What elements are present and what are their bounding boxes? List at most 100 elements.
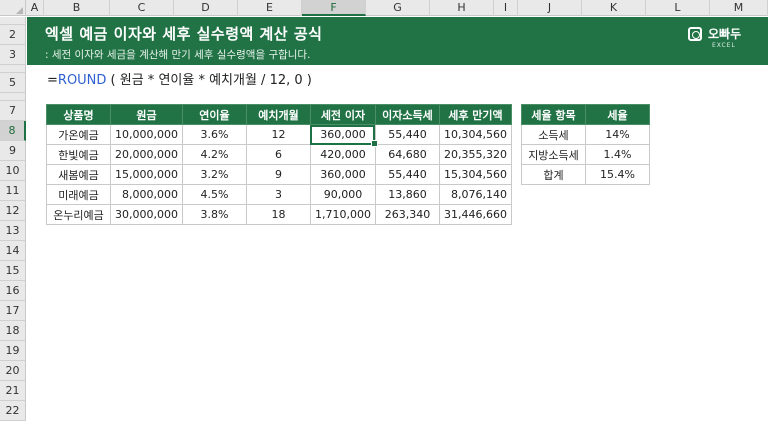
table-cell[interactable]: 15,304,560: [438, 164, 512, 185]
column-header-i[interactable]: I: [494, 0, 518, 16]
select-all-corner[interactable]: [0, 0, 26, 16]
row-header-2[interactable]: 2: [0, 25, 26, 45]
table-cell[interactable]: 가온예금: [46, 124, 111, 145]
table-cell[interactable]: 263,340: [374, 204, 440, 225]
table-cell[interactable]: 12: [245, 124, 311, 145]
table-cell[interactable]: 13,860: [374, 184, 440, 205]
table-cell[interactable]: 20,000,000: [110, 144, 183, 165]
table-row: 미래예금 8,000,000 4.5% 3 90,000 13,860 8,076,140: [46, 184, 512, 205]
formula-function: ROUND: [57, 73, 107, 88]
table-cell[interactable]: 1.4%: [585, 144, 650, 165]
row-header-12[interactable]: 12: [0, 201, 26, 221]
tax-header-cell[interactable]: 세율: [585, 104, 650, 125]
formula-prefix: =: [47, 73, 58, 88]
table-cell[interactable]: 새봄예금: [46, 164, 111, 185]
table-row: 가온예금 10,000,000 3.6% 12 360,000 55,440 10,304,…: [46, 124, 512, 148]
column-header-m[interactable]: M: [710, 0, 768, 16]
table-cell[interactable]: 55,440: [374, 124, 440, 145]
row-header-6[interactable]: 6: [0, 93, 26, 101]
row-header-16[interactable]: 16: [0, 281, 26, 301]
row-header-7[interactable]: 7: [0, 101, 26, 121]
row-header-14[interactable]: 14: [0, 241, 26, 261]
row-header-8[interactable]: 8: [0, 121, 26, 141]
row-header-5[interactable]: 5: [0, 73, 26, 93]
table-cell[interactable]: 64,680: [374, 144, 440, 165]
row-header-11[interactable]: 11: [0, 181, 26, 201]
table-cell[interactable]: 3.2%: [181, 164, 247, 185]
table-cell[interactable]: 3.6%: [181, 124, 247, 145]
row-header-9[interactable]: 9: [0, 141, 26, 161]
deposit-table: 상품명 원금 연이율 예치개월 세전 이자 이자소득세 세후 만기액 가온예금 10,000,…: [46, 104, 512, 225]
table-cell[interactable]: 15.4%: [585, 164, 650, 185]
table-cell[interactable]: 15,000,000: [110, 164, 183, 185]
deposit-header-cell[interactable]: 원금: [110, 104, 183, 125]
row-header-19[interactable]: 19: [0, 341, 26, 361]
logo-mark-icon: [688, 27, 702, 41]
table-cell[interactable]: 4.5%: [181, 184, 247, 205]
table-cell[interactable]: 4.2%: [181, 144, 247, 165]
table-row: 합계 15.4%: [521, 164, 650, 185]
table-cell[interactable]: 3: [245, 184, 311, 205]
row-header-22[interactable]: 22: [0, 401, 26, 421]
column-header-c[interactable]: C: [110, 0, 174, 16]
column-header-j[interactable]: J: [518, 0, 582, 16]
table-cell[interactable]: 8,076,140: [438, 184, 512, 205]
formula-args: ( 원금 * 연이율 * 예치개월 / 12, 0 ): [106, 73, 312, 88]
column-header-d[interactable]: D: [174, 0, 238, 16]
table-cell[interactable]: 420,000: [309, 144, 376, 165]
tax-rate-table: 세율 항목 세율 소득세 14% 지방소득세 1.4% 합계 15.4%: [521, 104, 650, 185]
column-header-g[interactable]: G: [366, 0, 430, 16]
logo-name: 오빠두: [708, 27, 742, 41]
row-header-15[interactable]: 15: [0, 261, 26, 281]
table-cell[interactable]: 3.8%: [181, 204, 247, 225]
deposit-header-cell[interactable]: 예치개월: [245, 104, 311, 125]
row-header-13[interactable]: 13: [0, 221, 26, 241]
table-cell[interactable]: 한빛예금: [46, 144, 111, 165]
row-header-4[interactable]: 4: [0, 65, 26, 73]
row-header-21[interactable]: 21: [0, 381, 26, 401]
column-header-l[interactable]: L: [646, 0, 710, 16]
table-cell[interactable]: 10,304,560: [438, 124, 512, 145]
table-cell[interactable]: 8,000,000: [110, 184, 183, 205]
deposit-header-cell[interactable]: 이자소득세: [374, 104, 440, 125]
row-header-18[interactable]: 18: [0, 321, 26, 341]
deposit-header-cell[interactable]: 연이율: [181, 104, 247, 125]
table-cell[interactable]: 18: [245, 204, 311, 225]
column-header-b[interactable]: B: [44, 0, 110, 16]
formula-text[interactable]: =ROUND ( 원금 * 연이율 * 예치개월 / 12, 0 ): [47, 69, 312, 88]
tax-header-cell[interactable]: 세율 항목: [521, 104, 586, 125]
row-header-3[interactable]: 3: [0, 45, 26, 65]
table-cell[interactable]: 1,710,000: [309, 204, 376, 225]
column-header-a[interactable]: A: [26, 0, 44, 16]
table-cell[interactable]: 14%: [585, 124, 650, 145]
table-cell[interactable]: 55,440: [374, 164, 440, 185]
table-cell[interactable]: 10,000,000: [110, 124, 183, 145]
table-cell[interactable]: 90,000: [309, 184, 376, 205]
table-row: 새봄예금 15,000,000 3.2% 9 360,000 55,440 15,304,5…: [46, 164, 512, 185]
table-cell[interactable]: 온누리예금: [46, 204, 111, 225]
table-cell[interactable]: 6: [245, 144, 311, 165]
table-cell[interactable]: 소득세: [521, 124, 586, 145]
deposit-header-cell[interactable]: 세전 이자: [309, 104, 376, 125]
table-cell[interactable]: 9: [245, 164, 311, 185]
table-cell[interactable]: 30,000,000: [110, 204, 183, 225]
table-cell[interactable]: 합계: [521, 164, 586, 185]
column-header-k[interactable]: K: [582, 0, 646, 16]
row-header-1[interactable]: 1: [0, 17, 26, 25]
deposit-header-cell[interactable]: 상품명: [46, 104, 111, 125]
column-header-h[interactable]: H: [430, 0, 494, 16]
row-header-20[interactable]: 20: [0, 361, 26, 381]
column-header-e[interactable]: E: [238, 0, 302, 16]
table-row: 온누리예금 30,000,000 3.8% 18 1,710,000 263,340 31,…: [46, 204, 512, 225]
column-header-f[interactable]: F: [302, 0, 366, 16]
deposit-header-cell[interactable]: 세후 만기액: [438, 104, 512, 125]
deposit-table-header-row: 상품명 원금 연이율 예치개월 세전 이자 이자소득세 세후 만기액: [46, 104, 512, 125]
row-header-10[interactable]: 10: [0, 161, 26, 181]
row-header-17[interactable]: 17: [0, 301, 26, 321]
active-cell[interactable]: 360,000: [309, 124, 379, 148]
table-cell[interactable]: 31,446,660: [438, 204, 512, 225]
table-cell[interactable]: 20,355,320: [438, 144, 512, 165]
table-cell[interactable]: 지방소득세: [521, 144, 586, 165]
table-cell[interactable]: 360,000: [309, 164, 376, 185]
table-cell[interactable]: 미래예금: [46, 184, 111, 205]
